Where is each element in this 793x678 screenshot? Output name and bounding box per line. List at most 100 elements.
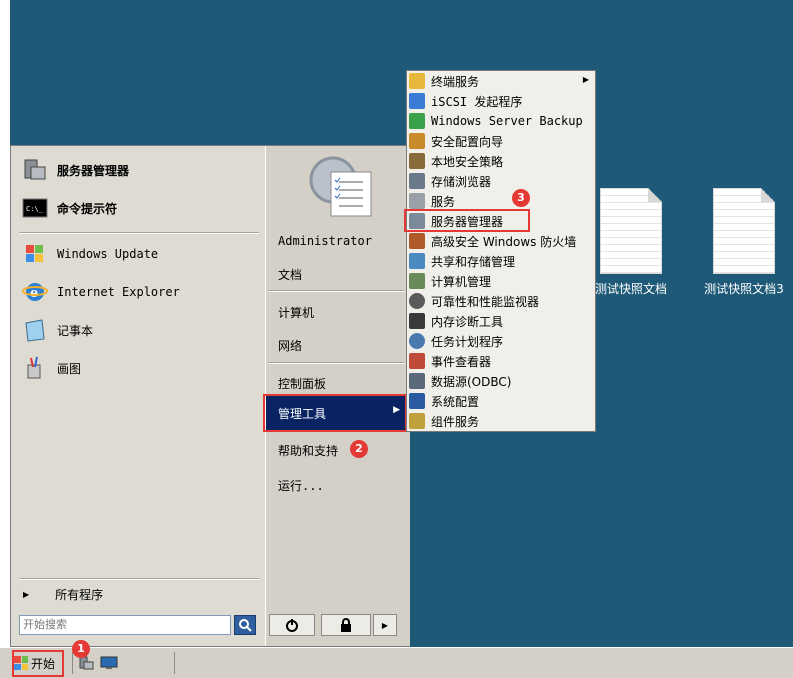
services-icon (409, 193, 425, 209)
search-button[interactable] (234, 615, 256, 635)
submenu-item[interactable]: 数据源(ODBC) (409, 371, 593, 391)
submenu-item[interactable]: 内存诊断工具 (409, 311, 593, 331)
share-storage-icon (409, 253, 425, 269)
menu-computer[interactable]: 计算机 (278, 304, 314, 321)
iscsi-icon (409, 93, 425, 109)
menu-documents[interactable]: 文档 (278, 266, 302, 283)
menu-network[interactable]: 网络 (278, 337, 302, 354)
submenu-item-label: 事件查看器 (431, 354, 492, 369)
annotation-badge-2: 2 (350, 440, 368, 458)
document-icon (600, 188, 662, 274)
submenu-item[interactable]: 组件服务 (409, 411, 593, 431)
component-services-icon (409, 413, 425, 429)
submenu-item[interactable]: 任务计划程序 (409, 331, 593, 351)
menu-run[interactable]: 运行... (278, 477, 324, 494)
start-item-label: 画图 (57, 361, 82, 376)
submenu-item[interactable]: iSCSI 发起程序 (409, 91, 593, 111)
start-item-label: 命令提示符 (57, 201, 118, 216)
divider (19, 232, 259, 234)
start-item-server-manager[interactable]: 服务器管理器 (21, 155, 257, 185)
submenu-item-label: 可靠性和性能监视器 (431, 294, 540, 309)
desktop-icon-doc1[interactable]: 测试快照文档 (591, 188, 671, 297)
start-item-label: Internet Explorer (57, 285, 180, 299)
start-item-label: 记事本 (57, 323, 94, 338)
desktop-icon-label: 测试快照文档3 (704, 282, 784, 296)
memory-diagnostic-icon (409, 313, 425, 329)
paint-icon (21, 354, 49, 382)
submenu-item[interactable]: 可靠性和性能监视器 (409, 291, 593, 311)
annotation-badge-3: 3 (512, 189, 530, 207)
server-manager-icon (21, 156, 49, 184)
submenu-item-label: 计算机管理 (431, 274, 492, 289)
divider (269, 362, 405, 364)
menu-help-support[interactable]: 帮助和支持 (278, 442, 338, 459)
annotation-box-admin-tools (263, 394, 407, 432)
power-options-button[interactable]: ▶ (373, 614, 397, 636)
triangle-right-icon: ▶ (582, 75, 589, 84)
power-icon (286, 619, 298, 632)
submenu-item-label: 高级安全 Windows 防火墙 (431, 234, 577, 249)
submenu-item[interactable]: Windows Server Backup (409, 111, 593, 131)
show-desktop-icon[interactable] (100, 655, 118, 671)
user-picture (303, 150, 375, 220)
start-search-input[interactable]: 开始搜索 (19, 615, 231, 635)
svg-text:e: e (30, 286, 38, 301)
svg-text:C:\_: C:\_ (26, 205, 44, 213)
submenu-item-label: 存储浏览器 (431, 174, 492, 189)
start-menu: 服务器管理器 C:\_ 命令提示符 Windows Update e Inter… (10, 145, 410, 647)
submenu-item-label: 组件服务 (431, 414, 480, 429)
submenu-item[interactable]: 安全配置向导 (409, 131, 593, 151)
menu-user-administrator[interactable]: Administrator (278, 234, 372, 248)
reliability-monitor-icon (409, 293, 425, 309)
submenu-item[interactable]: 事件查看器 (409, 351, 593, 371)
local-policy-icon (409, 153, 425, 169)
submenu-item[interactable]: 计算机管理 (409, 271, 593, 291)
submenu-item[interactable]: 系统配置 (409, 391, 593, 411)
triangle-right-icon: ▶ (23, 590, 30, 599)
submenu-item-label: 任务计划程序 (431, 334, 504, 349)
odbc-icon (409, 373, 425, 389)
cmd-icon: C:\_ (21, 194, 49, 222)
ie-icon: e (21, 278, 49, 306)
task-scheduler-icon (409, 333, 425, 349)
all-programs-button[interactable]: ▶ 所有程序 (23, 586, 103, 603)
security-wizard-icon (409, 133, 425, 149)
submenu-item[interactable]: 本地安全策略 (409, 151, 593, 171)
firewall-icon (409, 233, 425, 249)
notepad-icon (21, 316, 49, 344)
submenu-item[interactable]: 终端服务 ▶ (409, 71, 593, 91)
lock-button[interactable] (321, 614, 371, 636)
windows-update-icon (21, 240, 49, 268)
submenu-item-label: 本地安全策略 (431, 154, 504, 169)
start-item-label: Windows Update (57, 247, 159, 261)
desktop-left-strip (0, 0, 10, 677)
backup-icon (409, 113, 425, 129)
divider (269, 290, 405, 292)
start-item-cmd[interactable]: C:\_ 命令提示符 (21, 193, 257, 223)
power-button[interactable] (269, 614, 315, 636)
menu-control-panel[interactable]: 控制面板 (278, 375, 326, 392)
submenu-item-label: 数据源(ODBC) (431, 374, 512, 389)
submenu-item-label: 内存诊断工具 (431, 314, 504, 329)
storage-explorer-icon (409, 173, 425, 189)
submenu-item[interactable]: 高级安全 Windows 防火墙 (409, 231, 593, 251)
divider (174, 652, 175, 674)
desktop-icon-doc3[interactable]: 测试快照文档3 (704, 188, 784, 297)
submenu-item-label: 安全配置向导 (431, 134, 504, 149)
divider (19, 578, 259, 580)
start-item-notepad[interactable]: 记事本 (21, 315, 257, 345)
lock-icon (341, 618, 351, 632)
system-config-icon (409, 393, 425, 409)
submenu-item[interactable]: 共享和存储管理 (409, 251, 593, 271)
desktop-icon-label: 测试快照文档 (594, 282, 667, 296)
start-item-paint[interactable]: 画图 (21, 353, 257, 383)
submenu-item-label: 服务 (431, 194, 456, 209)
submenu-item-label: iSCSI 发起程序 (431, 94, 523, 109)
submenu-item[interactable]: 存储浏览器 (409, 171, 593, 191)
start-item-ie[interactable]: e Internet Explorer (21, 277, 257, 307)
divider (72, 652, 73, 674)
start-item-windows-update[interactable]: Windows Update (21, 239, 257, 269)
submenu-item[interactable]: 服务 (409, 191, 593, 211)
submenu-item-label: 系统配置 (431, 394, 480, 409)
submenu-item-label: 终端服务 (431, 74, 480, 89)
